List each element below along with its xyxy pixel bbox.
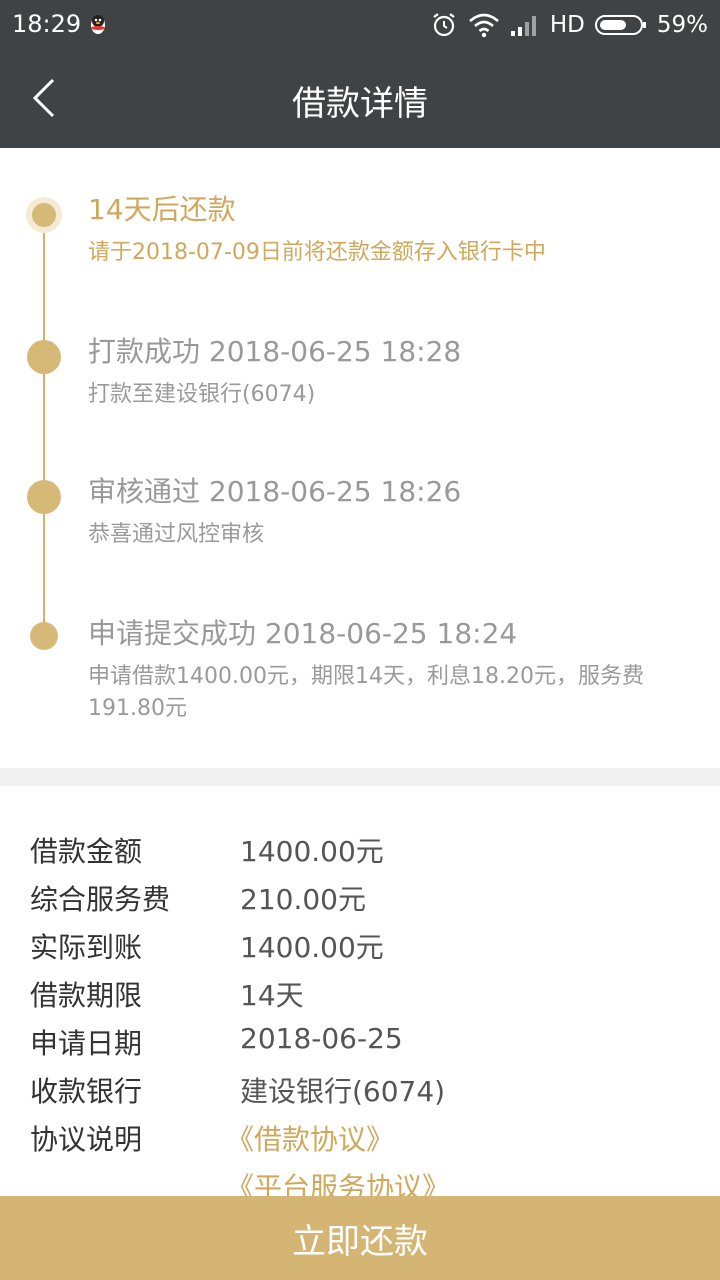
detail-value-amount: 1400.00元: [240, 835, 384, 868]
status-time: 18:29: [12, 10, 82, 38]
loan-agreement-link[interactable]: 《借款协议》: [226, 1118, 394, 1158]
timeline-subtitle: 请于2018-07-09日前将还款金额存入银行卡中: [88, 240, 546, 265]
detail-value-apply-date: 2018-06-25: [240, 1022, 403, 1055]
detail-value-received: 1400.00元: [240, 931, 384, 964]
qq-icon: [88, 12, 108, 36]
timeline-subtitle: 申请借款1400.00元，期限14天，利息18.20元，服务费191.80元: [88, 664, 644, 721]
signal-icon: [510, 13, 540, 37]
status-right: HD 59%: [430, 9, 708, 41]
detail-label-apply-date: 申请日期: [30, 1027, 143, 1060]
app-header: 18:29 HD 59% 借款详情: [0, 0, 720, 148]
timeline-line: [43, 214, 45, 634]
timeline-title: 打款成功 2018-06-25 18:28: [88, 335, 462, 368]
section-divider: [0, 768, 720, 786]
detail-label-term: 借款期限: [30, 979, 143, 1012]
detail-value-bank: 建设银行(6074): [240, 1075, 446, 1108]
timeline-subtitle: 打款至建设银行(6074): [88, 382, 316, 407]
loan-details: 借款金额 1400.00元 综合服务费 210.00元 实际到账 1400.00…: [0, 786, 720, 1204]
battery-percent: 59%: [656, 12, 708, 38]
wifi-icon: [468, 12, 500, 38]
status-bar: 18:29 HD 59%: [0, 0, 720, 50]
timeline-title: 审核通过 2018-06-25 18:26: [88, 475, 462, 508]
timeline-dot: [27, 340, 61, 374]
detail-label-agreements: 协议说明: [30, 1123, 143, 1156]
timeline-dot: [30, 622, 58, 650]
timeline-dot-active: [32, 203, 56, 227]
detail-label-service-fee: 综合服务费: [30, 883, 171, 916]
loan-timeline: 14天后还款 请于2018-07-09日前将还款金额存入银行卡中 打款成功 20…: [0, 148, 720, 768]
battery-icon: [594, 13, 647, 37]
repay-now-button[interactable]: 立即还款: [0, 1196, 720, 1280]
timeline-title: 14天后还款: [88, 193, 236, 226]
network-type: HD: [549, 12, 585, 38]
timeline-subtitle: 恭喜通过风控审核: [88, 522, 265, 547]
detail-value-service-fee: 210.00元: [240, 883, 366, 916]
detail-label-amount: 借款金额: [30, 835, 143, 868]
timeline-title: 申请提交成功 2018-06-25 18:24: [88, 617, 518, 650]
detail-label-received: 实际到账: [30, 931, 143, 964]
detail-label-bank: 收款银行: [30, 1075, 143, 1108]
nav-bar: 借款详情: [0, 50, 720, 148]
page-title: 借款详情: [292, 84, 428, 124]
alarm-icon: [430, 11, 458, 39]
timeline-dot: [27, 480, 61, 514]
detail-value-term: 14天: [240, 979, 304, 1012]
